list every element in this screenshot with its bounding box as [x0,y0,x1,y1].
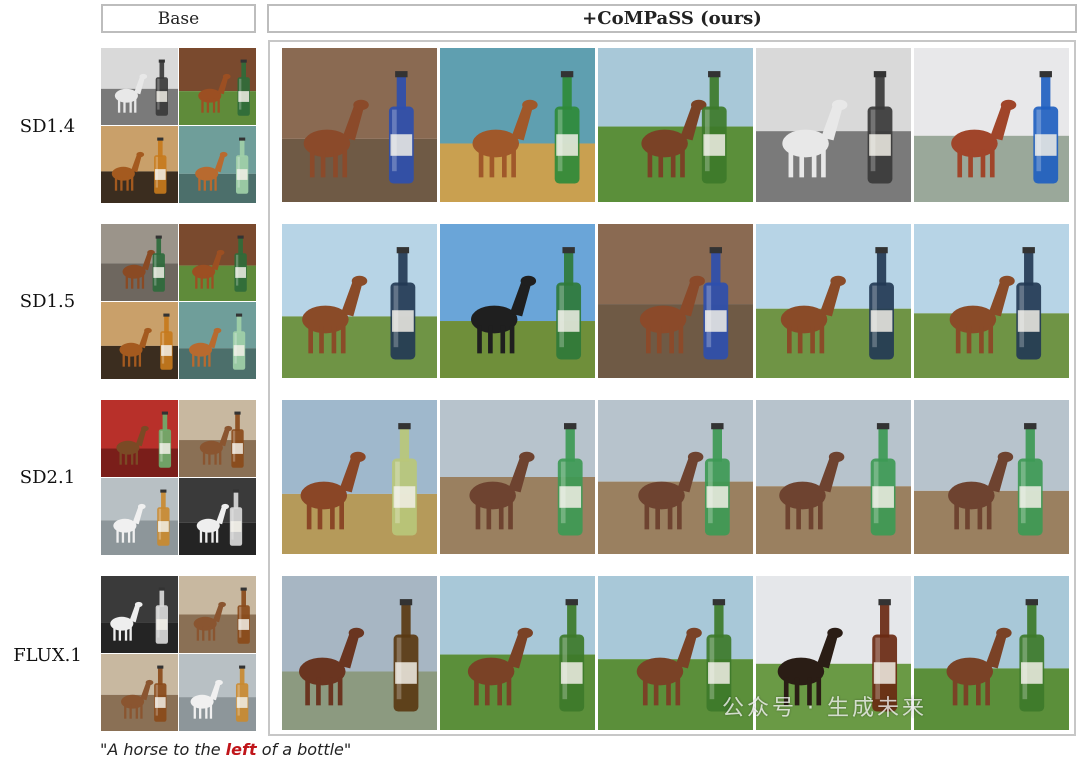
base-image-tile [101,478,178,555]
base-image-tile [179,48,256,125]
compass-image-tile [440,400,595,554]
compass-image-tile [282,400,437,554]
base-image-tile [101,302,178,379]
base-image-tile [179,302,256,379]
base-images-sd21 [101,400,257,556]
base-image-tile [179,224,256,301]
base-image-tile [179,576,256,653]
base-image-tile [179,400,256,477]
caption-highlight-word: left [225,740,257,759]
base-image-tile [101,224,178,301]
compass-image-tile [756,48,911,202]
base-images-sd15 [101,224,257,380]
base-image-tile [179,654,256,731]
caption-close: of a bottle" [256,740,352,759]
compass-image-tile [282,224,437,378]
base-image-tile [179,478,256,555]
compass-image-tile [914,576,1069,730]
compass-results-panel [268,40,1076,736]
compass-image-tile [598,48,753,202]
base-image-tile [101,654,178,731]
base-images-sd14 [101,48,257,204]
compass-image-tile [440,48,595,202]
base-image-tile [101,400,178,477]
base-image-tile [101,576,178,653]
row-label-flux1: FLUX.1 [13,645,82,666]
compass-image-tile [440,224,595,378]
row-label-sd15: SD1.5 [19,291,76,312]
compass-image-tile [914,48,1069,202]
base-image-tile [101,126,178,203]
watermark-text: 公众号 · 生成未来 [722,696,927,721]
compass-image-tile [756,224,911,378]
compass-image-tile [282,576,437,730]
compass-image-tile [440,576,595,730]
base-image-tile [179,126,256,203]
compass-image-tile [598,224,753,378]
prompt-caption: "A horse to the left of a bottle" [100,740,351,764]
caption-open: "A horse to the [100,740,226,759]
base-column-header: Base [101,4,256,33]
row-label-sd14: SD1.4 [19,116,76,137]
compass-column-header: +CoMPaSS (ours) [267,4,1077,33]
base-images-flux1 [101,576,257,732]
compass-image-tile [598,400,753,554]
compass-image-tile [282,48,437,202]
row-label-sd21: SD2.1 [19,467,76,488]
compass-image-tile [914,400,1069,554]
compass-image-tile [756,400,911,554]
compass-image-tile [914,224,1069,378]
base-image-tile [101,48,178,125]
